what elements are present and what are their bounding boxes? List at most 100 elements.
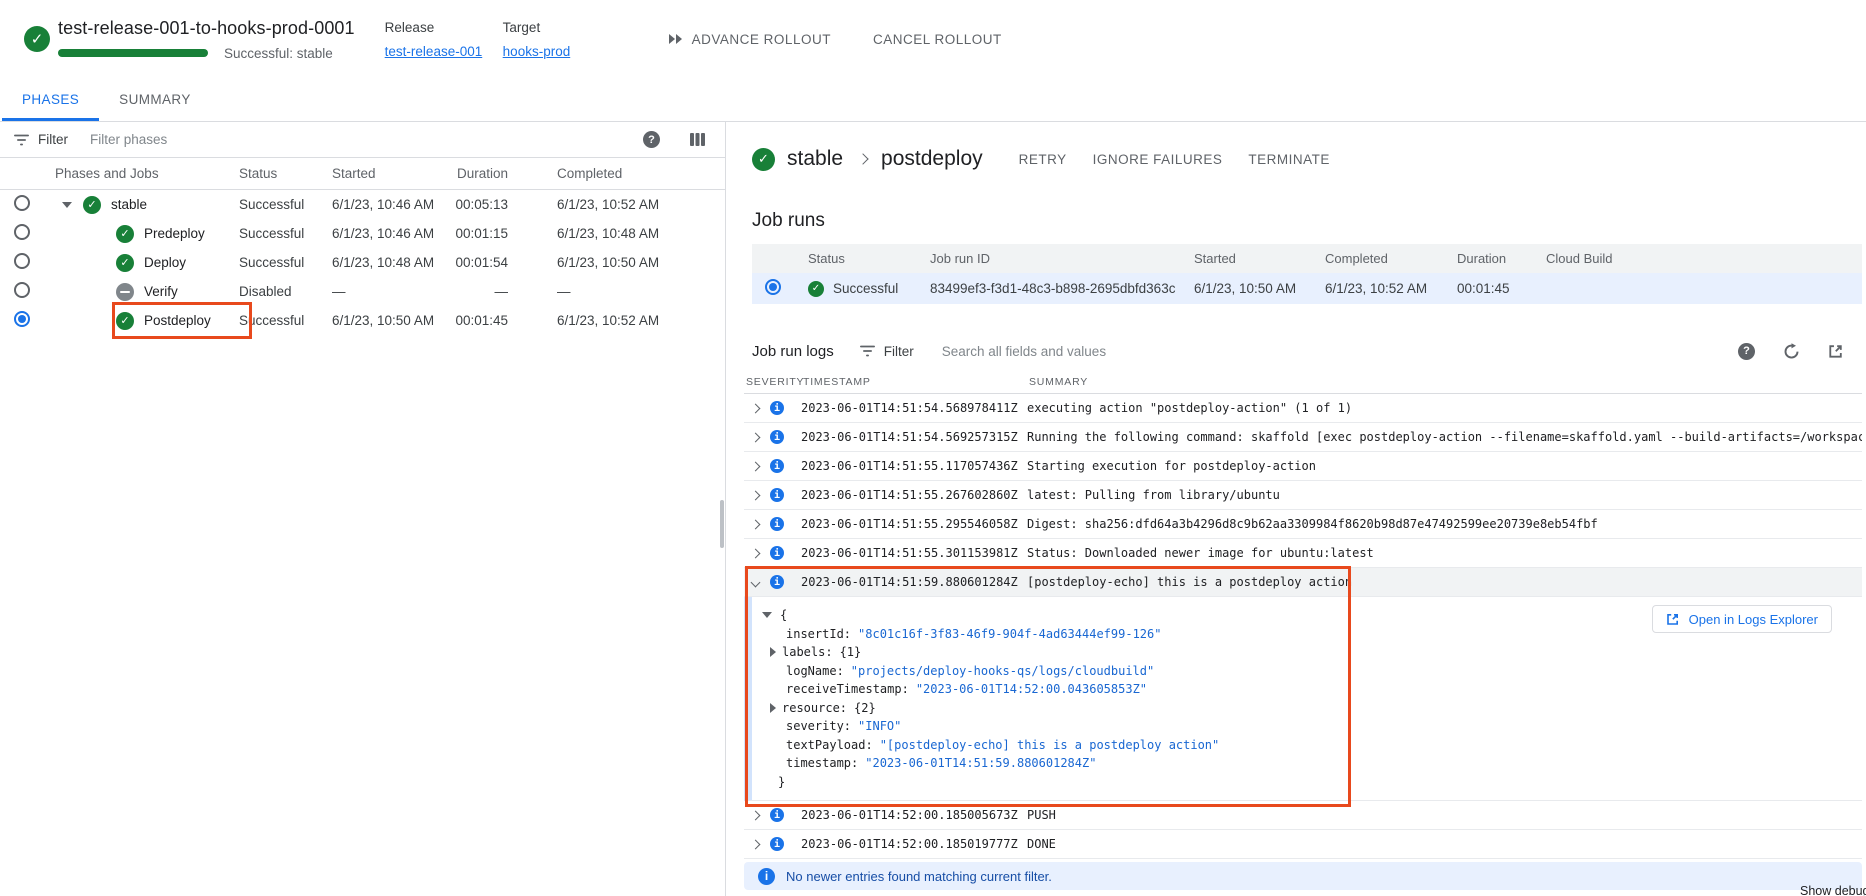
job-breadcrumb: stable postdeploy RETRY IGNORE FAILURES … [752,144,1866,174]
log-row[interactable]: 2023-06-01T14:52:00.185019777Z DONE [744,830,1862,859]
json-value: {2} [854,701,876,715]
json-value: {1} [840,645,862,659]
log-row[interactable]: 2023-06-01T14:51:55.117057436Z Starting … [744,452,1862,481]
collapse-arrow-icon[interactable] [62,202,72,208]
logs-search-input[interactable] [942,344,1718,359]
phase-status: Successful [228,197,321,212]
advance-rollout-button[interactable]: ADVANCE ROLLOUT [669,32,831,47]
job-run-completed: 6/1/23, 10:52 AM [1317,281,1449,296]
terminate-button[interactable]: TERMINATE [1248,152,1330,167]
page-title: test-release-001-to-hooks-prod-0001 [58,18,355,39]
job-completed: — [508,284,725,299]
job-status: Successful [228,313,321,328]
phase-row-stable[interactable]: stable Successful 6/1/23, 10:46 AM 00:05… [0,190,725,219]
breadcrumb-phase[interactable]: stable [787,147,843,171]
info-severity-icon [770,459,784,473]
log-table: SEVERITY TIMESTAMP SUMMARY 2023-06-01T14… [744,370,1862,890]
col-phases-and-jobs: Phases and Jobs [44,166,228,181]
log-row[interactable]: 2023-06-01T14:51:55.295546058Z Digest: s… [744,510,1862,539]
job-row-predeploy[interactable]: Predeploy Successful 6/1/23, 10:46 AM 00… [0,219,725,248]
expand-triangle-icon[interactable] [770,703,776,713]
job-completed: 6/1/23, 10:48 AM [508,226,725,241]
help-icon[interactable] [643,131,660,148]
expand-chevron-icon[interactable] [751,810,761,820]
expand-chevron-icon[interactable] [751,519,761,529]
info-severity-icon [770,430,784,444]
chevron-right-icon [857,153,868,164]
expand-chevron-icon[interactable] [751,839,761,849]
collapse-chevron-icon[interactable] [751,577,761,587]
job-radio-selected[interactable] [14,311,30,327]
job-started: 6/1/23, 10:48 AM [321,255,442,270]
job-status: Disabled [228,284,321,299]
job-status: Successful [228,226,321,241]
expand-triangle-icon[interactable] [770,647,776,657]
show-debug-toggle[interactable]: Show debug messages [1800,884,1866,896]
ignore-failures-button[interactable]: IGNORE FAILURES [1093,152,1223,167]
left-panel-scrollbar[interactable] [720,500,724,548]
log-summary: PUSH [1027,808,1862,822]
refresh-icon[interactable] [1783,343,1800,360]
job-radio[interactable] [14,224,30,240]
log-row[interactable]: 2023-06-01T14:51:54.569257315Z Running t… [744,423,1862,452]
expand-chevron-icon[interactable] [751,432,761,442]
column-settings-icon[interactable] [690,133,705,146]
job-runs-table: Status Job run ID Started Completed Dura… [752,244,1862,304]
rollout-progress-row: Successful: stable [58,46,355,61]
open-in-new-icon[interactable] [1828,343,1844,359]
json-value: "[postdeploy-echo] this is a postdeploy … [880,738,1220,752]
job-run-radio-selected[interactable] [765,279,781,295]
target-link[interactable]: hooks-prod [503,44,603,59]
job-radio[interactable] [14,253,30,269]
log-row[interactable]: 2023-06-01T14:51:54.568978411Z executing… [744,394,1862,423]
phase-radio[interactable] [14,195,30,211]
release-link[interactable]: test-release-001 [385,44,485,59]
expand-chevron-icon[interactable] [751,548,761,558]
expand-chevron-icon[interactable] [751,403,761,413]
help-icon[interactable] [1738,343,1755,360]
job-row-verify[interactable]: Verify Disabled — — — [0,277,725,306]
job-run-row[interactable]: Successful 83499ef3-f3d1-48c3-b898-2695d… [752,273,1862,304]
col-status: Status [228,166,321,181]
info-severity-icon [770,517,784,531]
expand-chevron-icon[interactable] [751,490,761,500]
open-in-logs-explorer-button[interactable]: Open in Logs Explorer [1652,605,1832,633]
cancel-rollout-label: CANCEL ROLLOUT [873,32,1002,47]
cancel-rollout-button[interactable]: CANCEL ROLLOUT [873,32,1002,47]
log-summary: latest: Pulling from library/ubuntu [1027,488,1862,502]
phases-filter-bar: Filter [0,122,725,158]
logs-filter[interactable]: Filter [860,344,914,359]
collapse-triangle-icon[interactable] [762,612,772,618]
log-summary: Status: Downloaded newer image for ubunt… [1027,546,1862,560]
job-name: Postdeploy [144,313,211,328]
log-row[interactable]: 2023-06-01T14:51:55.267602860Z latest: P… [744,481,1862,510]
job-radio[interactable] [14,282,30,298]
rollout-header: test-release-001-to-hooks-prod-0001 Succ… [0,0,1866,78]
rollout-success-icon [24,26,50,52]
retry-button[interactable]: RETRY [1019,152,1067,167]
job-completed: 6/1/23, 10:52 AM [508,313,725,328]
log-table-header: SEVERITY TIMESTAMP SUMMARY [744,370,1862,394]
tab-summary[interactable]: SUMMARY [99,78,211,121]
phase-name: stable [111,197,147,212]
target-label: Target [503,20,603,35]
job-action-buttons: RETRY IGNORE FAILURES TERMINATE [1019,152,1330,167]
col-cloud-build: Cloud Build [1538,251,1862,266]
log-row-expanded[interactable]: 2023-06-01T14:51:59.880601284Z [postdepl… [744,568,1862,597]
log-row[interactable]: 2023-06-01T14:51:55.301153981Z Status: D… [744,539,1862,568]
phases-panel: Filter Phases and Jobs Status Started Du… [0,122,726,896]
log-timestamp: 2023-06-01T14:51:54.568978411Z [801,401,1027,415]
log-row[interactable]: 2023-06-01T14:52:00.185005673Z PUSH [744,801,1862,830]
filter-phases-input[interactable] [90,132,631,147]
expand-chevron-icon[interactable] [751,461,761,471]
col-started: Started [321,166,442,181]
tab-phases[interactable]: PHASES [2,78,99,121]
job-started: — [321,284,442,299]
json-key: receiveTimestamp: [786,682,909,696]
job-row-postdeploy[interactable]: Postdeploy Successful 6/1/23, 10:50 AM 0… [0,306,725,335]
rollout-title-block: test-release-001-to-hooks-prod-0001 Succ… [58,18,355,61]
rollout-tabs: PHASES SUMMARY [0,78,1866,122]
json-key: textPayload: [786,738,873,752]
job-row-deploy[interactable]: Deploy Successful 6/1/23, 10:48 AM 00:01… [0,248,725,277]
log-timestamp: 2023-06-01T14:52:00.185019777Z [801,837,1027,851]
